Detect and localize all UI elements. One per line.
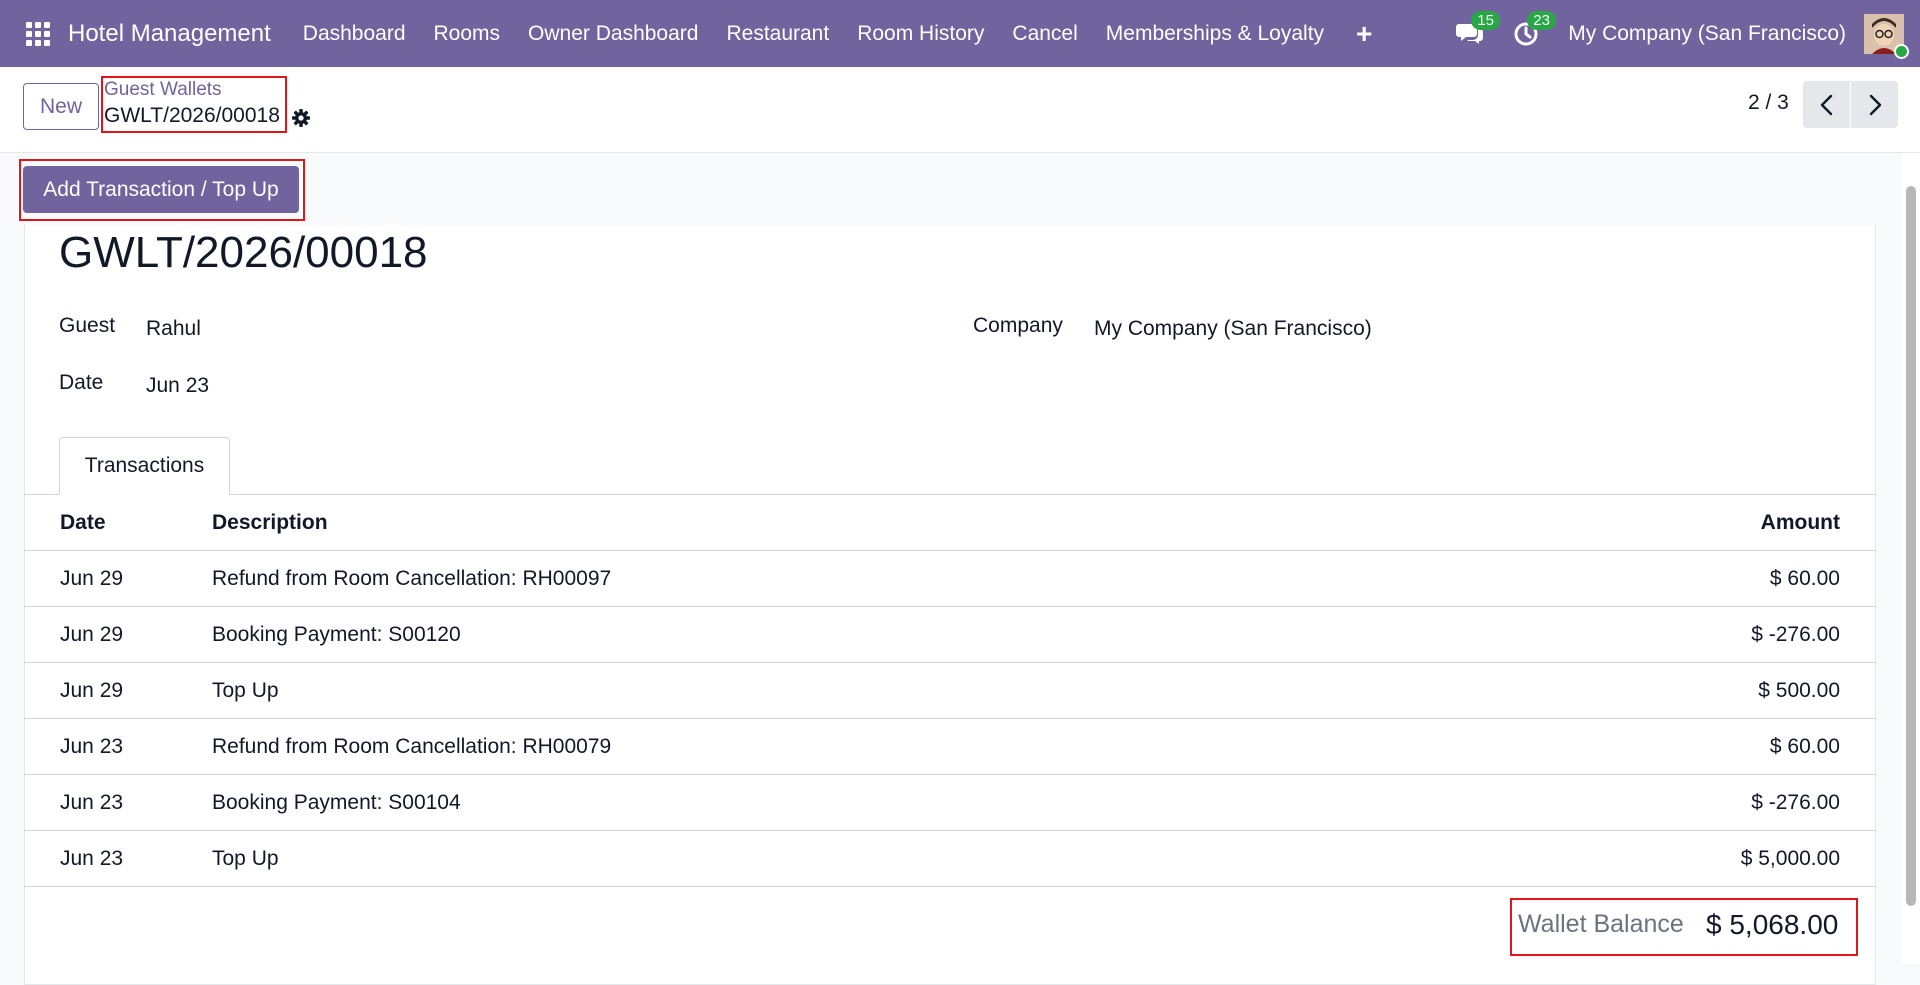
column-header-date[interactable]: Date bbox=[60, 495, 106, 550]
row-description: Refund from Room Cancellation: RH00079 bbox=[212, 734, 612, 758]
company-label: Company bbox=[973, 314, 1063, 337]
row-amount: $ 60.00 bbox=[1769, 566, 1840, 590]
online-status-dot bbox=[1894, 43, 1909, 59]
pager-previous-button[interactable] bbox=[1803, 81, 1850, 128]
menu-item-room-history[interactable]: Room History bbox=[843, 22, 998, 46]
row-date: Jun 23 bbox=[60, 846, 124, 870]
column-header-description[interactable]: Description bbox=[212, 495, 328, 550]
messages-badge: 15 bbox=[1471, 10, 1500, 30]
control-panel: New Guest Wallets GWLT/2026/00018 2 / 3 bbox=[0, 67, 1920, 153]
table-row[interactable]: Jun 29 Booking Payment: S00120 $ -276.00 bbox=[24, 607, 1876, 663]
user-avatar[interactable] bbox=[1864, 13, 1909, 59]
row-description: Booking Payment: S00120 bbox=[212, 622, 461, 646]
gear-icon[interactable] bbox=[291, 108, 311, 128]
main-menu: Dashboard Rooms Owner Dashboard Restaura… bbox=[289, 18, 1391, 50]
top-navbar: Hotel Management Dashboard Rooms Owner D… bbox=[0, 0, 1920, 67]
row-amount: $ 500.00 bbox=[1758, 678, 1840, 702]
row-amount: $ -276.00 bbox=[1751, 790, 1840, 814]
row-date: Jun 29 bbox=[60, 678, 124, 702]
row-date: Jun 23 bbox=[60, 734, 124, 758]
scrollbar-thumb[interactable] bbox=[1906, 186, 1916, 906]
systray: 15 23 My Company (San Francisco) bbox=[1442, 0, 1920, 67]
table-row[interactable]: Jun 23 Booking Payment: S00104 $ -276.00 bbox=[24, 775, 1876, 831]
column-header-amount[interactable]: Amount bbox=[1761, 495, 1840, 550]
row-description: Refund from Room Cancellation: RH00097 bbox=[212, 566, 612, 590]
chevron-right-icon bbox=[1869, 94, 1881, 115]
date-field[interactable]: Jun 23 bbox=[146, 374, 209, 398]
transactions-table: Date Description Amount Jun 29 Refund fr… bbox=[24, 495, 1876, 887]
row-amount: $ 60.00 bbox=[1769, 734, 1840, 758]
menu-item-memberships-loyalty[interactable]: Memberships & Loyalty bbox=[1092, 22, 1338, 46]
breadcrumb-guest-wallets[interactable]: Guest Wallets bbox=[104, 79, 222, 101]
row-description: Top Up bbox=[212, 678, 279, 702]
menu-item-owner-dashboard[interactable]: Owner Dashboard bbox=[514, 22, 712, 46]
tab-transactions[interactable]: Transactions bbox=[59, 437, 230, 495]
guest-label: Guest bbox=[59, 314, 116, 337]
menu-item-restaurant[interactable]: Restaurant bbox=[712, 22, 843, 46]
table-row[interactable]: Jun 29 Top Up $ 500.00 bbox=[24, 663, 1876, 719]
row-description: Booking Payment: S00104 bbox=[212, 790, 461, 814]
row-date: Jun 29 bbox=[60, 566, 124, 590]
menu-item-cancel[interactable]: Cancel bbox=[998, 22, 1091, 46]
table-header: Date Description Amount bbox=[24, 495, 1876, 551]
company-switcher[interactable]: My Company (San Francisco) bbox=[1568, 22, 1846, 46]
menu-item-rooms[interactable]: Rooms bbox=[420, 22, 515, 46]
table-row[interactable]: Jun 29 Refund from Room Cancellation: RH… bbox=[24, 551, 1876, 607]
table-row[interactable]: Jun 23 Top Up $ 5,000.00 bbox=[24, 831, 1876, 887]
add-transaction-top-up-button[interactable]: Add Transaction / Top Up bbox=[23, 166, 299, 213]
messages-button[interactable]: 15 bbox=[1450, 10, 1500, 54]
chevron-left-icon bbox=[1820, 94, 1832, 115]
new-button[interactable]: New bbox=[23, 83, 99, 130]
row-date: Jun 29 bbox=[60, 622, 124, 646]
record-title: GWLT/2026/00018 bbox=[59, 228, 428, 277]
row-amount: $ -276.00 bbox=[1751, 622, 1840, 646]
row-amount: $ 5,000.00 bbox=[1740, 846, 1840, 870]
company-field[interactable]: My Company (San Francisco) bbox=[1094, 317, 1372, 341]
row-date: Jun 23 bbox=[60, 790, 124, 814]
menu-item-dashboard[interactable]: Dashboard bbox=[289, 22, 420, 46]
row-description: Top Up bbox=[212, 846, 279, 870]
breadcrumb-current-record: GWLT/2026/00018 bbox=[104, 104, 280, 127]
activities-badge: 23 bbox=[1527, 10, 1556, 30]
guest-field[interactable]: Rahul bbox=[146, 317, 201, 341]
pager-value[interactable]: 2 / 3 bbox=[1748, 91, 1789, 115]
table-row[interactable]: Jun 23 Refund from Room Cancellation: RH… bbox=[24, 719, 1876, 775]
add-menu-plus-icon[interactable]: + bbox=[1338, 18, 1390, 50]
wallet-balance-label: Wallet Balance bbox=[1518, 910, 1684, 938]
activities-button[interactable]: 23 bbox=[1506, 10, 1556, 54]
apps-menu-icon[interactable] bbox=[25, 21, 51, 47]
wallet-balance-value: $ 5,068.00 bbox=[1706, 909, 1839, 940]
pager-next-button[interactable] bbox=[1851, 81, 1898, 128]
app-title[interactable]: Hotel Management bbox=[68, 20, 271, 48]
date-label: Date bbox=[59, 371, 104, 394]
